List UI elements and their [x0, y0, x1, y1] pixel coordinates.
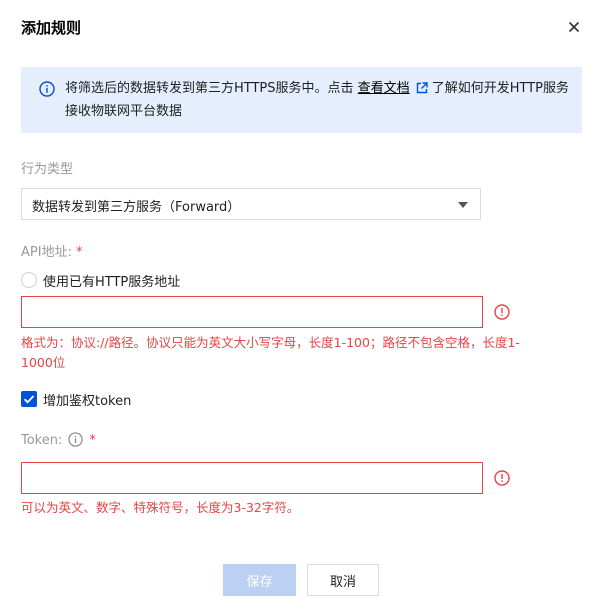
external-link-icon[interactable] — [416, 80, 428, 101]
add-auth-token-checkbox[interactable] — [21, 391, 37, 407]
use-existing-http-radio[interactable] — [21, 272, 37, 288]
action-type-value: 数据转发到第三方服务（Forward） — [32, 200, 241, 215]
required-mark: * — [89, 433, 96, 448]
chevron-down-icon — [458, 202, 468, 208]
save-button[interactable]: 保存 — [223, 564, 296, 596]
use-existing-http-label[interactable]: 使用已有HTTP服务地址 — [43, 271, 180, 290]
info-icon[interactable] — [68, 432, 84, 451]
cancel-button[interactable]: 取消 — [307, 564, 379, 596]
info-alert: 将筛选后的数据转发到第三方HTTPS服务中。点击 查看文档 了解如何开发HTTP服… — [21, 67, 582, 133]
api-address-label: API地址: * — [21, 241, 82, 260]
action-type-label: 行为类型 — [21, 162, 74, 177]
error-icon — [494, 304, 510, 320]
required-mark: * — [75, 245, 83, 260]
token-label: Token: * — [21, 432, 96, 451]
api-address-error: 格式为：协议://路径。协议只能为英文大小写字母，长度1-100；路径不包含空格… — [21, 335, 520, 370]
alert-message: 将筛选后的数据转发到第三方HTTPS服务中。点击 查看文档 了解如何开发HTTP服… — [65, 78, 570, 122]
close-icon[interactable] — [566, 19, 582, 35]
dialog-title: 添加规则 — [21, 19, 82, 37]
error-icon — [494, 470, 510, 486]
api-label-text: API地址: — [21, 245, 72, 260]
add-auth-token-label[interactable]: 增加鉴权token — [43, 390, 131, 409]
token-input[interactable] — [21, 462, 483, 494]
action-type-select[interactable]: 数据转发到第三方服务（Forward） — [21, 188, 481, 220]
docs-link[interactable]: 查看文档 — [358, 81, 410, 96]
info-circle-icon — [39, 81, 55, 97]
token-label-text: Token: — [21, 433, 63, 448]
token-error: 可以为英文、数字、特殊符号，长度为3-32字符。 — [21, 500, 300, 515]
api-address-input[interactable] — [21, 296, 483, 328]
alert-text-before: 将筛选后的数据转发到第三方HTTPS服务中。点击 — [65, 81, 354, 96]
